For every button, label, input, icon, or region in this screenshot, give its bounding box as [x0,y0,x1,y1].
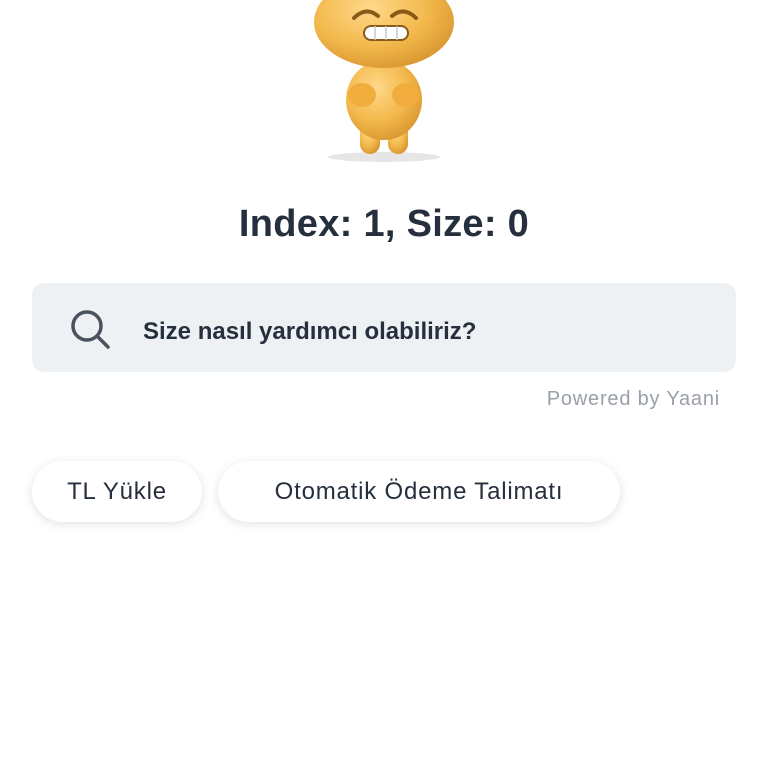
mascot-character-icon [314,0,454,162]
index-size-title: Index: 1, Size: 0 [238,203,530,245]
quick-action-otomatik-odeme-button[interactable]: Otomatik Ödeme Talimatı [218,461,620,522]
search-placeholder[interactable]: Size nasıl yardımcı olabiliriz? [143,318,476,346]
quick-action-tl-yukle-button[interactable]: TL Yükle [32,461,202,522]
assistant-screen: Index: 1, Size: 0 Size nasıl yardımcı ol… [0,0,768,768]
search-icon[interactable] [68,307,112,351]
powered-by-label: Powered by Yaani [546,388,720,410]
